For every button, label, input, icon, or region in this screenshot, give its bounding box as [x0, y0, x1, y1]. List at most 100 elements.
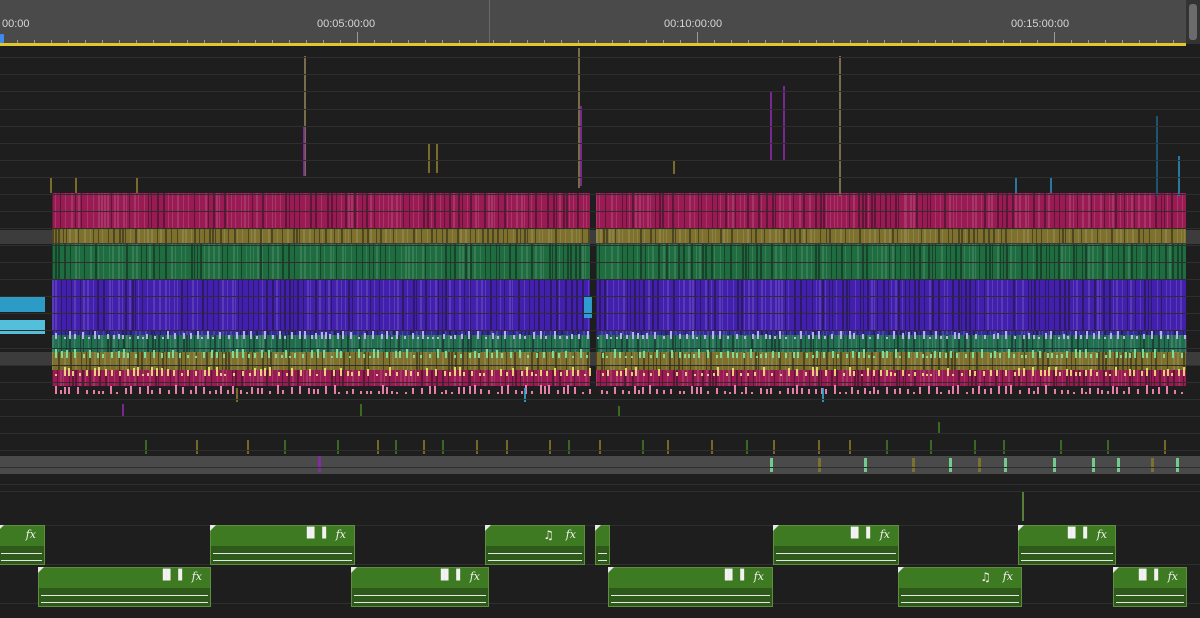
clip-edge[interactable] [939, 335, 940, 353]
volume-keyframe-line[interactable] [901, 602, 1019, 603]
clip-edge[interactable] [442, 280, 443, 330]
clip-edge[interactable] [968, 370, 969, 386]
waveform-blip[interactable] [614, 387, 616, 394]
waveform-blip[interactable] [954, 332, 956, 339]
clip-edge[interactable] [810, 335, 812, 353]
waveform-blip[interactable] [999, 353, 1001, 358]
clip-edge[interactable] [320, 370, 321, 386]
clip-edge[interactable] [728, 370, 730, 386]
waveform-blip[interactable] [572, 367, 574, 376]
clip-edge[interactable] [731, 229, 733, 243]
clip-edge[interactable] [932, 335, 933, 353]
waveform-blip[interactable] [566, 370, 568, 376]
clip-edge[interactable] [716, 352, 717, 370]
clip-edge[interactable] [965, 229, 966, 243]
clip-edge[interactable] [747, 229, 749, 243]
clip-edge[interactable] [297, 280, 299, 330]
clip-edge[interactable] [482, 229, 484, 243]
clip-edge[interactable] [637, 229, 638, 243]
clip-edge[interactable] [431, 352, 432, 370]
clip-edge[interactable] [905, 370, 906, 386]
clip-edge[interactable] [644, 229, 645, 243]
clip-edge[interactable] [1166, 280, 1167, 330]
clip-edge[interactable] [778, 280, 780, 330]
clip-edge[interactable] [86, 352, 87, 370]
clip-edge[interactable] [351, 229, 352, 243]
clip-edge[interactable] [789, 352, 791, 370]
waveform-blip[interactable] [55, 349, 57, 358]
waveform-blip[interactable] [893, 330, 895, 339]
clip-edge[interactable] [293, 280, 294, 330]
waveform-blip[interactable] [427, 337, 429, 339]
clip-edge[interactable] [129, 280, 131, 330]
thin-clip[interactable] [568, 440, 570, 454]
clip-edge[interactable] [390, 229, 391, 243]
clip-edge[interactable] [125, 352, 127, 370]
clip-edge[interactable] [687, 370, 688, 386]
waveform-blip[interactable] [404, 336, 406, 339]
waveform-blip[interactable] [209, 391, 211, 394]
waveform-blip[interactable] [454, 355, 456, 358]
clip-edge[interactable] [648, 352, 649, 370]
clip-edge[interactable] [770, 280, 772, 330]
waveform-blip[interactable] [228, 335, 230, 339]
waveform-blip[interactable] [984, 389, 986, 394]
clip-edge[interactable] [889, 229, 891, 243]
waveform-blip[interactable] [497, 336, 499, 339]
waveform-blip[interactable] [1005, 331, 1007, 339]
clip-edge[interactable] [961, 229, 963, 243]
clip-edge[interactable] [310, 280, 311, 330]
clip-edge[interactable] [958, 229, 960, 243]
clip-edge[interactable] [1138, 229, 1140, 243]
waveform-blip[interactable] [204, 370, 206, 376]
waveform-blip[interactable] [68, 368, 70, 376]
clip-edge[interactable] [492, 229, 494, 243]
clip-edge[interactable] [1167, 352, 1168, 370]
waveform-blip[interactable] [1116, 387, 1118, 394]
waveform-blip[interactable] [68, 387, 70, 394]
clip-edge[interactable] [1029, 352, 1030, 370]
waveform-blip[interactable] [337, 333, 339, 339]
waveform-blip[interactable] [1171, 373, 1173, 376]
fx-badge[interactable]: fx [336, 528, 346, 541]
waveform-blip[interactable] [536, 353, 538, 358]
waveform-blip[interactable] [86, 370, 88, 376]
clip-edge[interactable] [503, 229, 504, 243]
clip-edge[interactable] [992, 352, 993, 370]
waveform-blip[interactable] [727, 336, 729, 339]
clip-edge[interactable] [938, 280, 940, 330]
clip-edge[interactable] [487, 229, 489, 243]
clip-edge[interactable] [421, 229, 422, 243]
waveform-blip[interactable] [619, 352, 621, 358]
clip-edge[interactable] [147, 229, 149, 243]
clip-edge[interactable] [819, 280, 821, 330]
thin-clip[interactable] [1151, 458, 1154, 472]
waveform-blip[interactable] [386, 330, 388, 339]
clip-edge[interactable] [132, 280, 134, 330]
clip-edge[interactable] [952, 335, 954, 353]
clip-edge[interactable] [197, 280, 198, 330]
clip-edge[interactable] [1018, 352, 1020, 370]
clip-edge[interactable] [509, 280, 511, 330]
waveform-blip[interactable] [445, 390, 447, 394]
clip-edge[interactable] [752, 280, 754, 330]
waveform-blip[interactable] [589, 389, 591, 394]
thin-clip[interactable] [642, 440, 644, 454]
clip-edge[interactable] [816, 335, 817, 353]
clip-edge[interactable] [518, 280, 520, 330]
clip-edge[interactable] [177, 229, 178, 243]
waveform-blip[interactable] [491, 353, 493, 358]
waveform-blip[interactable] [396, 392, 398, 394]
clip-edge[interactable] [933, 370, 935, 386]
waveform-blip[interactable] [55, 374, 57, 376]
waveform-blip[interactable] [236, 332, 238, 339]
clip-edge[interactable] [720, 229, 722, 243]
audio-clip[interactable]: fx ▐▌▐ [1018, 525, 1116, 565]
clip-edge[interactable] [1094, 370, 1095, 386]
waveform-blip[interactable] [349, 356, 351, 358]
clip-edge[interactable] [385, 335, 386, 353]
clip-edge[interactable] [776, 352, 777, 370]
waveform-blip[interactable] [864, 388, 866, 394]
clip-edge[interactable] [738, 335, 739, 353]
waveform-blip[interactable] [751, 392, 753, 394]
